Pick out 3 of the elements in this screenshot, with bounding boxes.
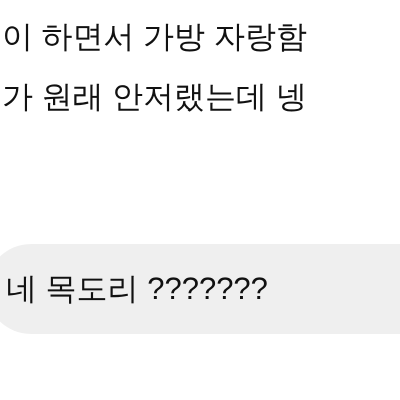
post-text-line: 가 원래 안저랬는데 넹: [2, 78, 308, 116]
message-text: 네 목도리 ???????: [6, 270, 268, 308]
post-text-line: 이 하면서 가방 자랑함: [2, 18, 308, 56]
